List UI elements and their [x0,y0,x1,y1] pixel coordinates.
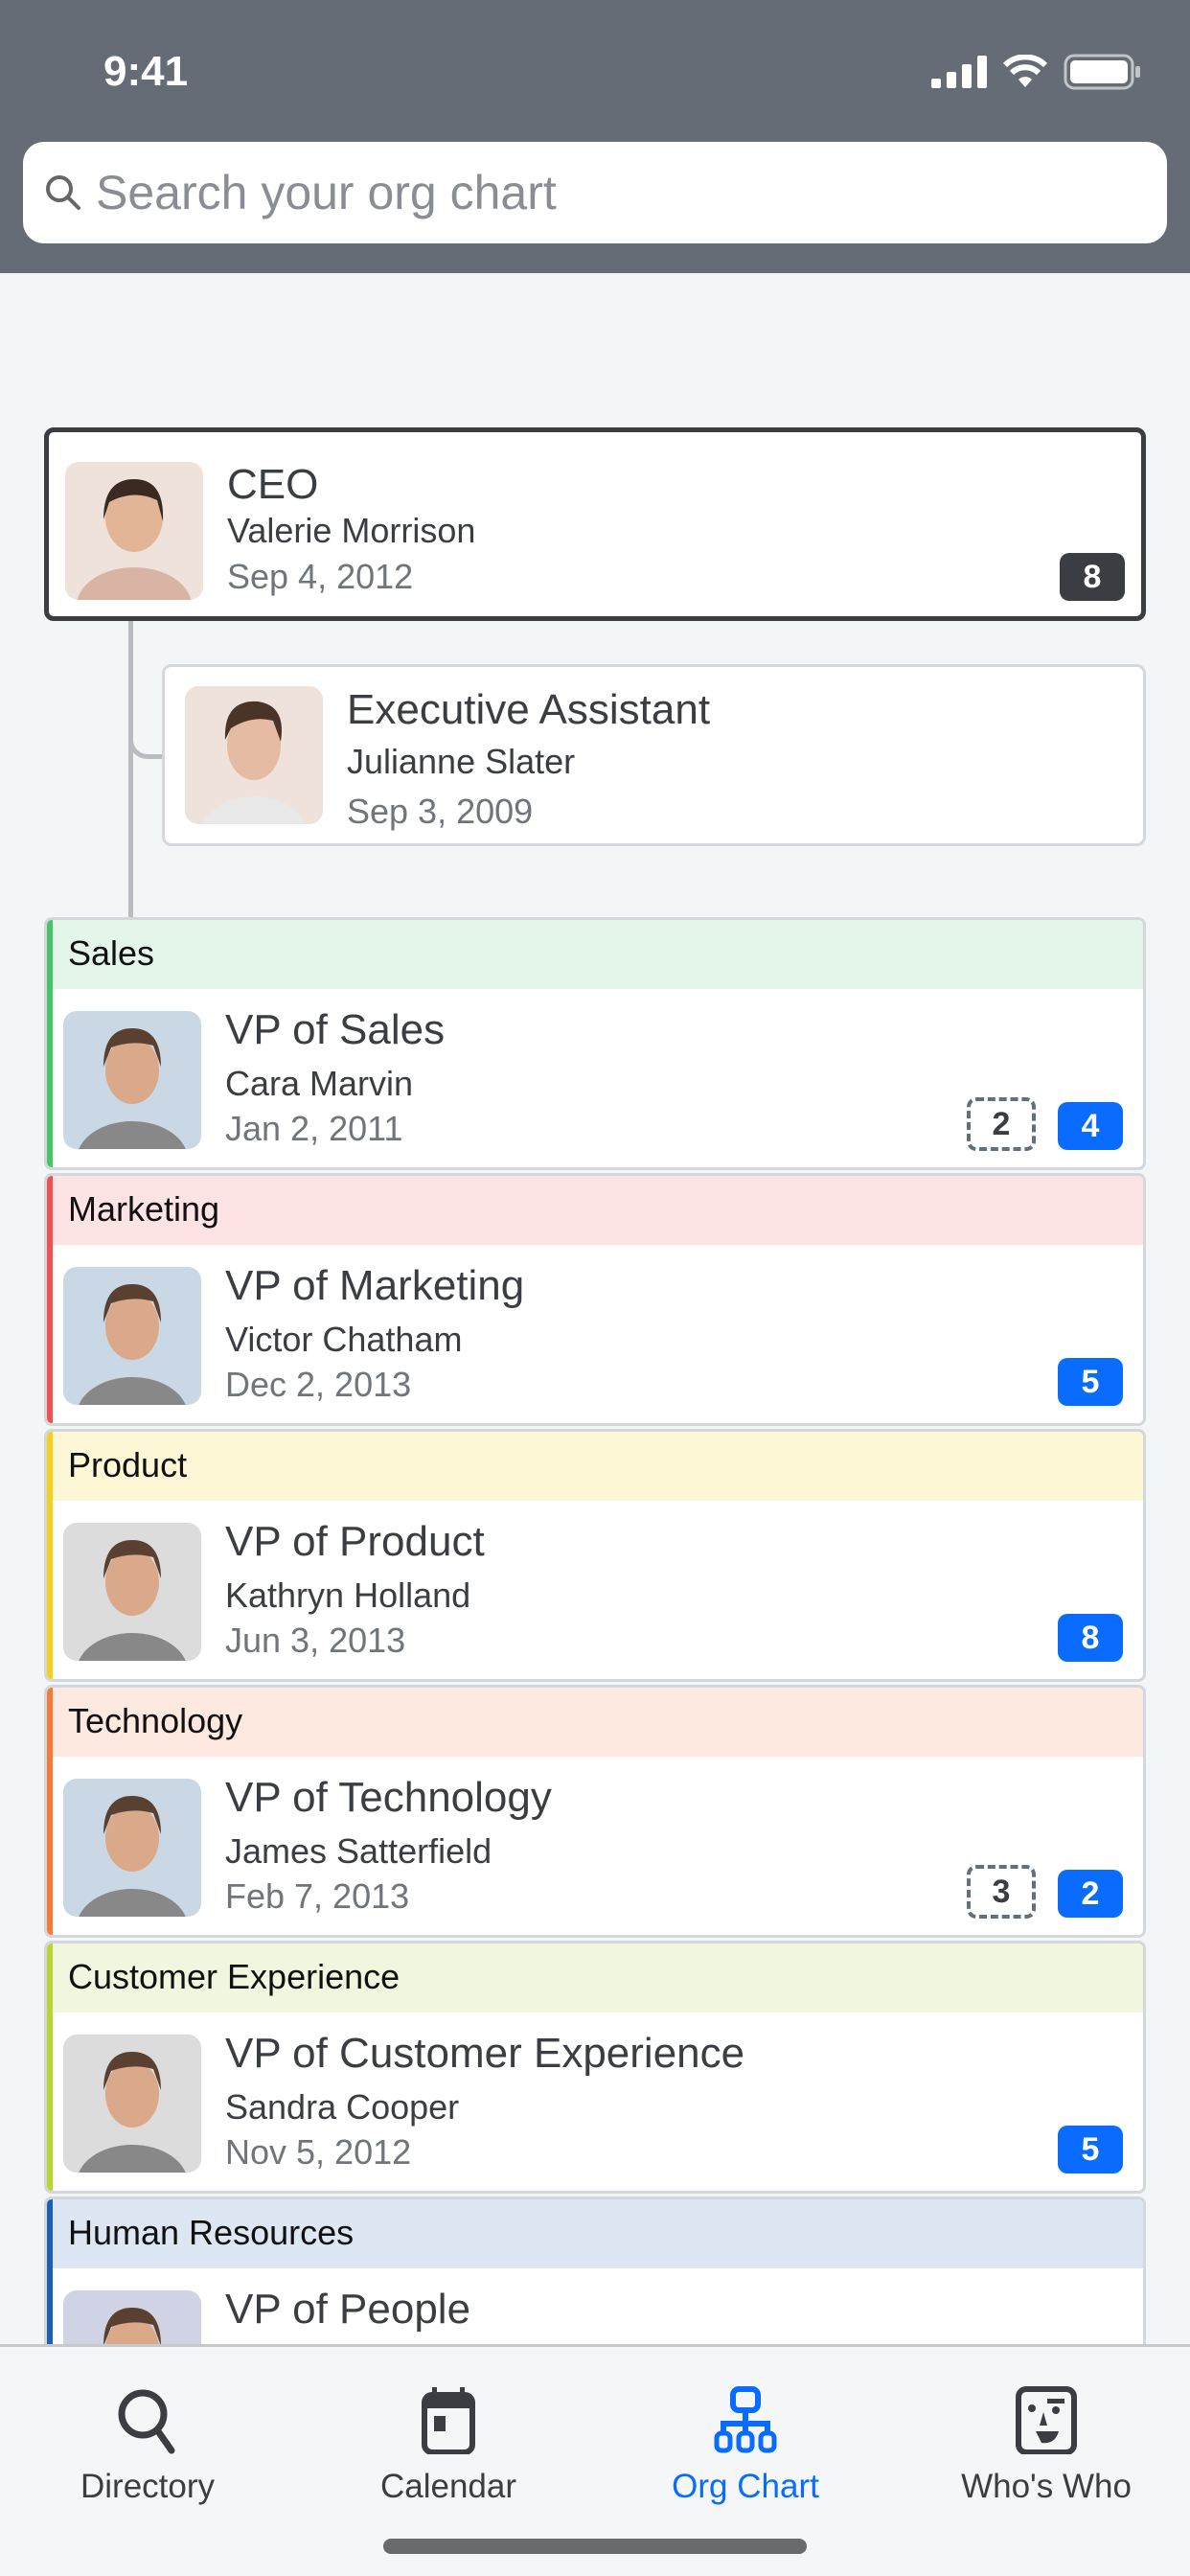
start-date: Jan 2, 2011 [225,1109,403,1148]
tab-org-chart[interactable]: Org Chart [602,2385,889,2506]
start-date: Sep 4, 2012 [227,557,414,596]
position-title: VP of Marketing [225,1262,525,1309]
department-label: Human Resources [53,2199,1143,2268]
reports-count-badge[interactable]: 8 [1060,553,1125,601]
start-date: Nov 5, 2012 [225,2132,412,2172]
position-title: Executive Assistant [347,686,711,733]
avatar [63,1523,201,1661]
person-name: Valerie Morrison [227,511,476,550]
reports-count-badge[interactable]: 5 [1058,2126,1123,2174]
start-date: Jun 3, 2013 [225,1621,406,1660]
assistant-card[interactable]: Executive Assistant Julianne Slater Sep … [162,664,1146,846]
battery-icon [1064,54,1140,90]
tab-whos-who[interactable]: Who's Who [903,2385,1190,2506]
person-name: Kathryn Holland [225,1576,471,1615]
person-name: James Satterfield [225,1831,492,1871]
reports-count-badge[interactable]: 2 [1058,1870,1123,1918]
department-section[interactable]: Marketing VP of Marketing Victor Chatham… [44,1173,1146,1426]
search-bar[interactable] [23,142,1167,243]
reports-count-badge[interactable]: 5 [1058,1358,1123,1406]
top-bar: 9:41 [0,0,1190,273]
connector-line [128,621,133,917]
avatar [65,462,203,600]
status-icons [931,54,1142,90]
tab-label: Who's Who [961,2468,1132,2505]
department-section[interactable]: Technology VP of Technology James Satter… [44,1685,1146,1938]
department-label: Technology [53,1688,1143,1757]
search-input[interactable] [96,165,1054,220]
person-name: Sandra Cooper [225,2087,460,2127]
department-section[interactable]: Sales VP of Sales Cara Marvin Jan 2, 201… [44,917,1146,1170]
search-icon [118,2389,175,2454]
open-positions-badge[interactable]: 2 [967,1097,1036,1151]
position-title: VP of People [225,2286,471,2333]
tab-label: Calendar [379,2468,517,2505]
position-title: VP of Customer Experience [225,2030,745,2077]
avatar [63,2035,201,2173]
department-section[interactable]: Customer Experience VP of Customer Exper… [44,1941,1146,2194]
position-title: VP of Technology [225,1774,552,1821]
reports-count-badge[interactable]: 4 [1058,1102,1123,1150]
position-title: VP of Product [225,1518,485,1565]
department-label: Marketing [53,1176,1143,1245]
calendar-icon [422,2387,475,2454]
status-time: 9:41 [103,48,189,95]
tab-label: Directory [80,2468,216,2505]
department-label: Customer Experience [53,1944,1143,2012]
start-date: Feb 7, 2013 [225,1876,410,1916]
department-label: Sales [53,920,1143,989]
position-title: VP of Sales [225,1006,446,1053]
start-date: Dec 2, 2013 [225,1365,412,1404]
face-icon [1016,2386,1077,2454]
tab-calendar[interactable]: Calendar [305,2385,592,2506]
tab-directory[interactable]: Directory [4,2385,291,2506]
person-name: Victor Chatham [225,1320,463,1359]
reports-count-badge[interactable]: 8 [1058,1614,1123,1662]
person-name: Cara Marvin [225,1064,414,1103]
signal-icon [931,56,987,88]
department-label: Product [53,1432,1143,1501]
avatar [63,1779,201,1917]
person-name: Julianne Slater [347,742,576,781]
ceo-card[interactable]: CEO Valerie Morrison Sep 4, 2012 8 [44,427,1146,621]
home-indicator[interactable] [383,2539,807,2554]
org-chart-icon [714,2386,777,2453]
wifi-icon [1002,55,1048,87]
department-section[interactable]: Product VP of Product Kathryn Holland Ju… [44,1429,1146,1682]
avatar [63,1267,201,1405]
connector-branch [128,709,163,759]
start-date: Sep 3, 2009 [347,792,534,831]
open-positions-badge[interactable]: 3 [967,1865,1036,1919]
search-icon [46,175,80,210]
avatar [185,686,323,824]
position-title: CEO [227,461,319,508]
avatar [63,1011,201,1149]
tab-label: Org Chart [672,2468,819,2505]
